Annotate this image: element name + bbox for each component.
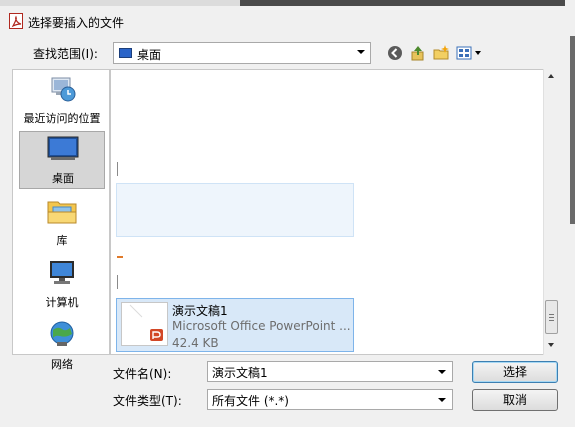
- sidebar-item-computer[interactable]: 计算机: [19, 256, 105, 314]
- title-bar: 选择要插入的文件: [0, 6, 575, 36]
- filename-field[interactable]: 演示文稿1: [207, 361, 453, 382]
- recent-places-icon: [46, 74, 78, 104]
- powerpoint-icon: [150, 329, 163, 341]
- chevron-down-icon: [357, 50, 365, 54]
- up-folder-button[interactable]: [409, 44, 427, 62]
- partial-item-marker: [117, 256, 123, 258]
- desktop-icon: [119, 48, 132, 58]
- file-thumbnail: [121, 302, 168, 346]
- file-name: 演示文稿1: [172, 304, 228, 318]
- cancel-button[interactable]: 取消: [472, 389, 558, 411]
- chevron-down-icon: [438, 398, 446, 402]
- chevron-down-icon[interactable]: [438, 370, 446, 374]
- window-title: 选择要插入的文件: [28, 16, 125, 30]
- new-folder-icon: [433, 45, 449, 60]
- file-item-selected[interactable]: 演示文稿1 Microsoft Office PowerPoint ... 42…: [116, 298, 354, 352]
- pdf-icon: [9, 13, 23, 29]
- places-sidebar: 最近访问的位置 桌面 库 计算机 网络: [12, 69, 110, 371]
- filetype-label: 文件类型(T):: [113, 394, 182, 408]
- partial-item-marker: [117, 275, 121, 289]
- sidebar-item-desktop[interactable]: 桌面: [19, 131, 105, 189]
- sidebar-item-label: 桌面: [52, 172, 74, 185]
- sidebar-item-recent[interactable]: 最近访问的位置: [19, 72, 105, 130]
- sidebar-item-label: 最近访问的位置: [23, 112, 101, 125]
- sidebar-item-label: 库: [56, 234, 68, 247]
- desktop-icon: [47, 134, 79, 164]
- back-arrow-icon: [388, 46, 402, 60]
- new-folder-button[interactable]: [432, 44, 450, 62]
- view-grid-icon: [456, 46, 481, 60]
- look-in-label: 查找范围(I):: [33, 47, 98, 61]
- filetype-dropdown[interactable]: 所有文件 (*.*): [207, 389, 453, 410]
- filename-value: 演示文稿1: [212, 366, 268, 380]
- views-menu-button[interactable]: [456, 44, 484, 62]
- back-button[interactable]: [386, 44, 404, 62]
- sidebar-item-network[interactable]: 网络: [19, 318, 105, 376]
- library-icon: [46, 196, 78, 226]
- look-in-dropdown[interactable]: 桌面: [113, 42, 371, 64]
- look-in-value: 桌面: [137, 48, 162, 62]
- file-size: 42.4 KB: [172, 336, 219, 350]
- sidebar-item-library[interactable]: 库: [19, 194, 105, 252]
- sidebar-item-label: 计算机: [45, 296, 79, 309]
- filename-label: 文件名(N):: [113, 367, 172, 381]
- vertical-scrollbar[interactable]: [543, 69, 559, 355]
- scroll-up-icon[interactable]: [548, 74, 554, 78]
- filetype-value: 所有文件 (*.*): [212, 394, 289, 408]
- background-window-edge: [565, 0, 575, 427]
- scroll-thumb[interactable]: [545, 300, 558, 334]
- file-item-ghost[interactable]: [116, 183, 354, 237]
- select-button[interactable]: 选择: [472, 361, 558, 383]
- file-type: Microsoft Office PowerPoint ...: [172, 319, 351, 333]
- up-folder-icon: [411, 46, 424, 61]
- sidebar-item-label: 网络: [51, 358, 73, 371]
- computer-icon: [46, 258, 78, 288]
- scroll-down-icon[interactable]: [548, 343, 554, 347]
- network-icon: [46, 320, 78, 350]
- partial-item-marker: [117, 162, 121, 176]
- file-list[interactable]: 演示文稿1 Microsoft Office PowerPoint ... 42…: [110, 69, 559, 355]
